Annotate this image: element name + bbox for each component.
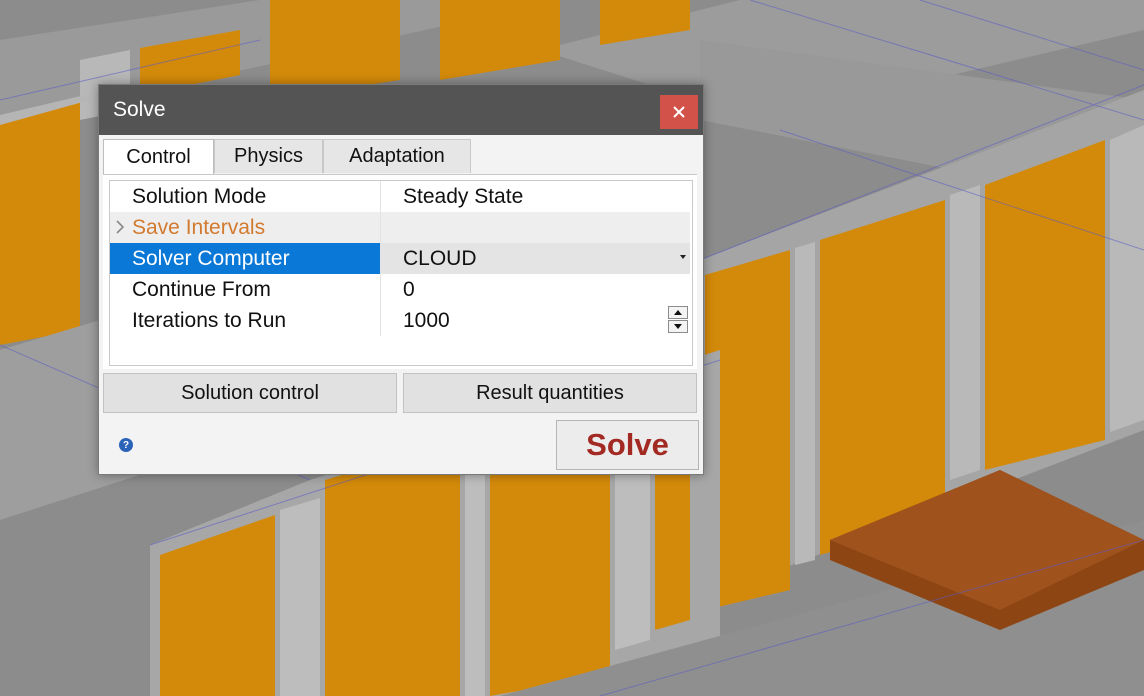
property-value[interactable]: Steady State: [380, 181, 690, 212]
dialog-title: Solve: [113, 98, 166, 121]
tab-physics[interactable]: Physics: [214, 139, 323, 173]
property-name: Iterations to Run: [132, 309, 287, 332]
property-name: Solver Computer: [110, 243, 380, 274]
solution-control-button[interactable]: Solution control: [103, 373, 397, 413]
help-icon[interactable]: ?: [119, 438, 133, 452]
iterations-stepper[interactable]: 1000: [380, 305, 690, 336]
property-row-solver-computer[interactable]: Solver Computer CLOUD: [110, 243, 690, 274]
spin-up-icon[interactable]: [668, 306, 688, 319]
solve-button[interactable]: Solve: [556, 420, 699, 470]
control-panel: Solution Mode Steady State Save Interval…: [103, 174, 697, 369]
property-grid: Solution Mode Steady State Save Interval…: [109, 180, 693, 366]
stepper-value: 1000: [403, 309, 450, 332]
close-icon: [673, 106, 685, 118]
property-row-save-intervals[interactable]: Save Intervals: [110, 212, 690, 243]
solver-computer-select[interactable]: CLOUD: [380, 243, 690, 274]
dropdown-arrow-icon[interactable]: [680, 255, 686, 259]
solve-dialog: Solve Control Physics Adaptation Solutio…: [98, 84, 704, 475]
close-button[interactable]: [660, 95, 698, 129]
result-quantities-button[interactable]: Result quantities: [403, 373, 697, 413]
tab-control[interactable]: Control: [103, 139, 214, 175]
selected-value: CLOUD: [403, 247, 477, 270]
tab-strip: Control Physics Adaptation: [103, 139, 471, 175]
save-intervals-label: Save Intervals: [132, 216, 266, 239]
spinner: [668, 306, 688, 334]
property-value[interactable]: [380, 212, 690, 243]
tab-adaptation[interactable]: Adaptation: [323, 139, 471, 173]
spin-down-icon[interactable]: [668, 320, 688, 333]
property-row-solution-mode[interactable]: Solution Mode Steady State: [110, 181, 690, 212]
property-row-iterations[interactable]: Iterations to Run 1000: [110, 305, 690, 336]
chevron-right-icon[interactable]: [116, 220, 124, 234]
property-name: Continue From: [132, 278, 271, 301]
property-row-continue-from[interactable]: Continue From 0: [110, 274, 690, 305]
dialog-titlebar[interactable]: Solve: [99, 85, 703, 135]
property-name: Solution Mode: [132, 185, 267, 208]
property-value[interactable]: 0: [380, 274, 690, 305]
property-name: Save Intervals: [110, 212, 380, 243]
